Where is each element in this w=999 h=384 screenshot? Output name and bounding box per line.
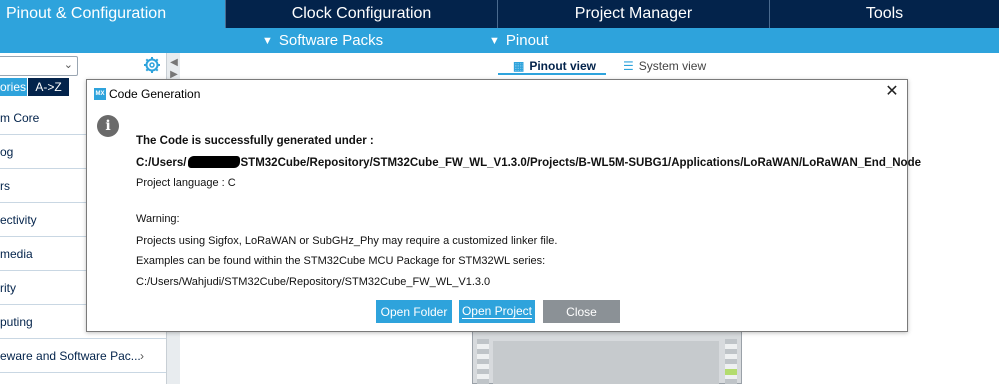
category-label: ectivity — [0, 212, 37, 227]
tab-clock-configuration[interactable]: Clock Configuration — [226, 0, 498, 28]
stm32cubemx-logo-icon: MX — [94, 88, 106, 100]
software-packs-label: Software Packs — [278, 32, 384, 49]
chevron-down-icon: ⌄ — [63, 59, 73, 71]
category-label: eware and Software Pac... — [0, 348, 141, 363]
pinout-menu[interactable]: ▼ Pinout — [489, 28, 548, 53]
info-icon: i — [97, 115, 119, 137]
close-button[interactable]: Close — [543, 300, 620, 323]
mcu-chip-preview[interactable] — [472, 330, 742, 384]
category-label: rity — [0, 280, 16, 295]
tab-system-view[interactable]: ☰ System view — [623, 57, 706, 75]
tab-project-manager[interactable]: Project Manager — [498, 0, 770, 28]
category-label: m Core — [0, 110, 40, 125]
open-project-label: Open Project — [461, 303, 533, 319]
dialog-title: Code Generation — [109, 87, 201, 101]
redaction-mark — [187, 156, 240, 168]
tab-pinout-configuration[interactable]: Pinout & Configuration — [0, 0, 226, 28]
open-project-button[interactable]: Open Project — [459, 300, 535, 323]
active-tab-indicator — [498, 73, 606, 75]
code-generation-dialog: MX Code Generation ✕ i The Code is succe… — [86, 79, 921, 332]
category-label: rs — [0, 178, 10, 193]
list-icon: ☰ — [623, 59, 634, 73]
tab-categories[interactable]: ories — [0, 78, 27, 96]
chip-icon: ▦ — [513, 59, 525, 73]
chip-body — [493, 341, 719, 384]
warning-text: Examples can be found within the STM32Cu… — [136, 255, 546, 267]
chip-pins-right — [725, 339, 737, 384]
pinout-view-label: Pinout view — [529, 59, 597, 73]
software-packs-menu[interactable]: ▼ Software Packs — [262, 28, 383, 53]
close-icon[interactable]: ✕ — [884, 83, 900, 101]
chevron-down-icon: ▼ — [262, 34, 273, 47]
system-view-label: System view — [638, 59, 707, 73]
category-label: og — [0, 144, 14, 159]
category-label: media — [0, 246, 33, 261]
generated-path: C:/Users/STM32Cube/Repository/STM32Cube_… — [136, 156, 921, 169]
category-label: puting — [0, 314, 33, 329]
path-prefix: C:/Users/ — [136, 157, 187, 169]
pinout-label: Pinout — [505, 32, 549, 49]
chevron-right-icon: › — [140, 348, 144, 363]
collapse-handle-icon[interactable]: ◀ ▶ — [170, 57, 178, 81]
success-heading: The Code is successfully generated under… — [136, 135, 374, 147]
tab-a-to-z[interactable]: A->Z — [27, 78, 69, 96]
chip-pin-configured — [725, 369, 737, 375]
category-item[interactable]: eware and Software Pac... › — [0, 339, 166, 373]
tab-tools[interactable]: Tools — [770, 0, 999, 28]
warning-path: C:/Users/Wahjudi/STM32Cube/Repository/ST… — [136, 276, 491, 288]
search-dropdown[interactable]: ⌄ — [0, 56, 78, 76]
dialog-title-bar: MX Code Generation — [94, 86, 200, 102]
project-language: Project language : C — [136, 177, 236, 189]
top-tab-bar: Pinout & Configuration Clock Configurati… — [0, 0, 999, 28]
sort-tabs: ories A->Z — [0, 78, 69, 96]
warning-text: Projects using Sigfox, LoRaWAN or SubGHz… — [136, 235, 558, 247]
chip-pins-left — [477, 339, 489, 384]
path-suffix: STM32Cube/Repository/STM32Cube_FW_WL_V1.… — [240, 157, 922, 169]
gear-icon[interactable] — [143, 56, 161, 74]
open-folder-button[interactable]: Open Folder — [376, 300, 452, 323]
sub-toolbar: ▼ Software Packs ▼ Pinout — [0, 28, 999, 53]
warning-label: Warning: — [136, 213, 180, 225]
chevron-down-icon: ▼ — [489, 34, 500, 47]
